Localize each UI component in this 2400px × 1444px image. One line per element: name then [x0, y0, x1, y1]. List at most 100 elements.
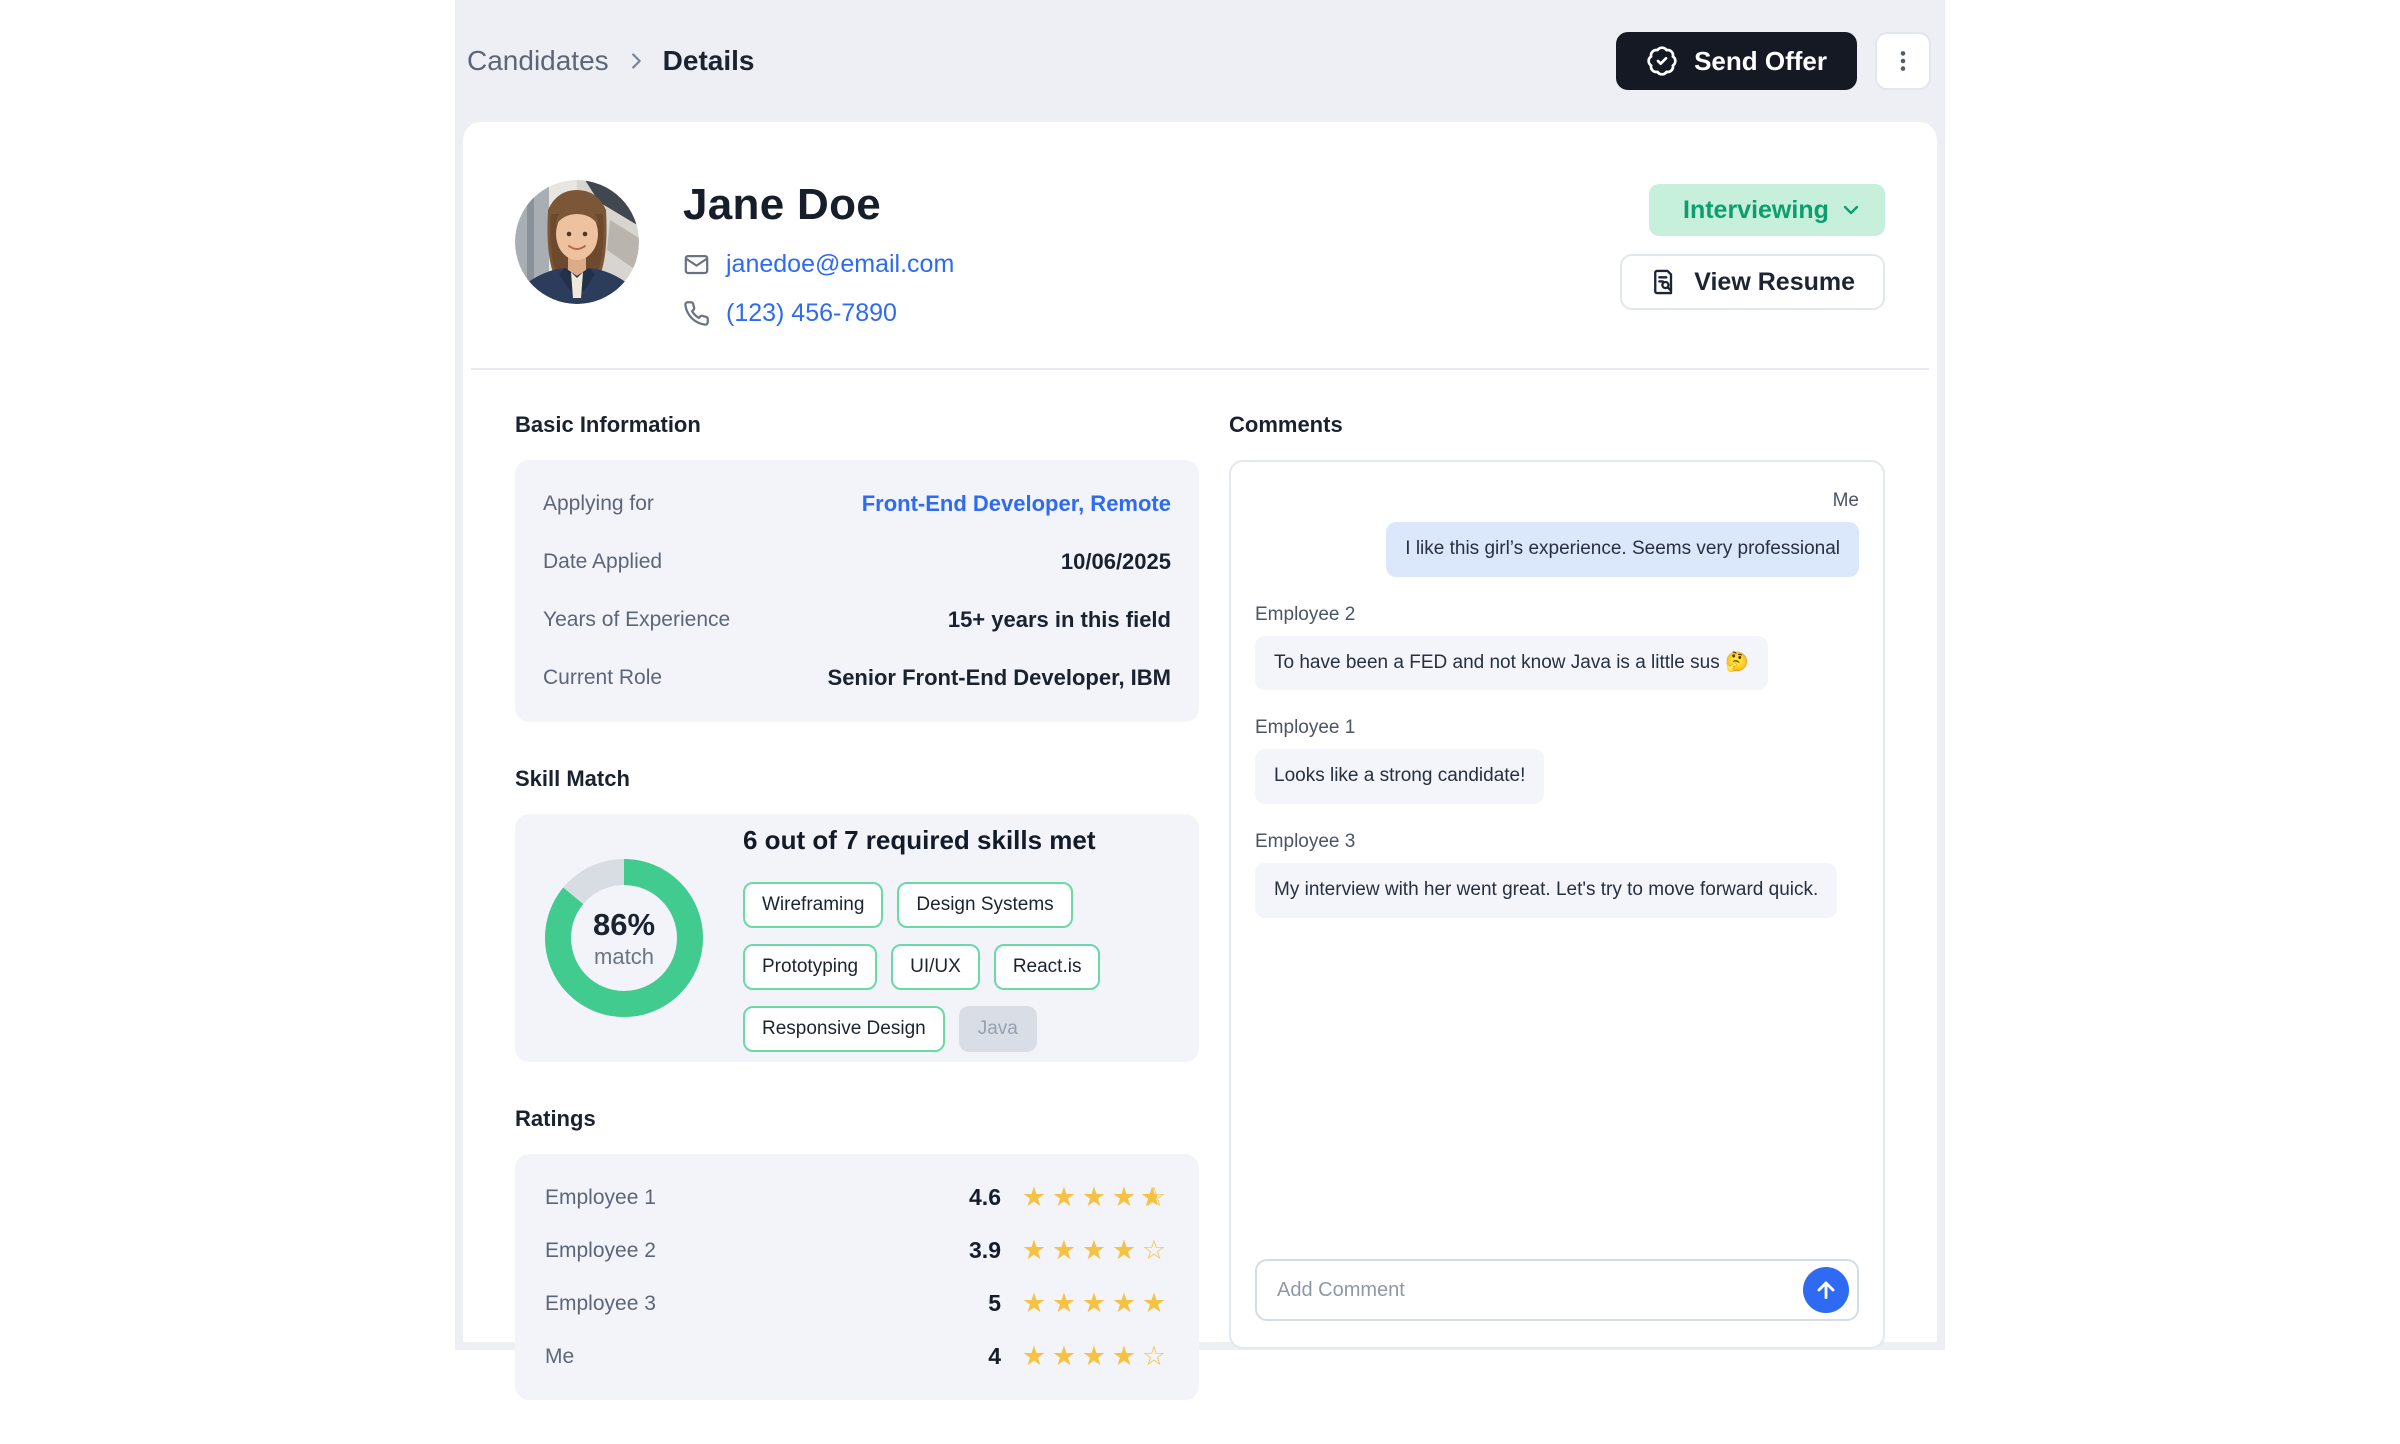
star-full-icon: ★: [1079, 1184, 1109, 1211]
skill-chip: Java: [959, 1006, 1037, 1052]
comment-messages: Me I like this girl’s experience. Seems v…: [1255, 484, 1859, 1259]
ratings-panel: Employee 14.6★★★★☆★Employee 23.9★★★★☆Emp…: [515, 1154, 1199, 1400]
phone-row: (123) 456-7890: [683, 299, 954, 328]
star-full-icon: ★: [1049, 1343, 1079, 1370]
skill-chip: React.is: [994, 944, 1101, 990]
info-value: Senior Front-End Developer, IBM: [828, 665, 1171, 691]
ratings-section: Ratings Employee 14.6★★★★☆★Employee 23.9…: [515, 1106, 1199, 1400]
star-rating: ★★★★☆: [1019, 1343, 1169, 1370]
match-caption: match: [594, 944, 654, 970]
comment-bubble: My interview with her went great. Let's …: [1255, 863, 1837, 918]
info-row: Date Applied10/06/2025: [543, 533, 1171, 591]
send-offer-label: Send Offer: [1694, 46, 1827, 77]
comment-bubble: Looks like a strong candidate!: [1255, 749, 1544, 804]
rating-value: 3.9: [969, 1237, 1001, 1264]
star-full-icon: ★: [1079, 1237, 1109, 1264]
rating-row: Employee 3 5 ★★★★★: [545, 1277, 1169, 1330]
skill-chip: Wireframing: [743, 882, 883, 928]
arrow-up-icon: [1813, 1277, 1839, 1303]
skill-match-donut: 86% match: [545, 859, 703, 1017]
info-value: 15+ years in this field: [948, 607, 1171, 633]
comment-author: Employee 2: [1255, 604, 1859, 626]
rating-name: Employee 3: [545, 1292, 656, 1316]
skill-match-title: Skill Match: [515, 766, 1199, 792]
info-value: 10/06/2025: [1061, 549, 1171, 575]
comment-author: Employee 3: [1255, 831, 1859, 853]
comments-card: Me I like this girl’s experience. Seems v…: [1229, 460, 1885, 1349]
comment-message: Employee 3 My interview with her went gre…: [1255, 831, 1859, 918]
comment-bubble: I like this girl’s experience. Seems ver…: [1386, 522, 1859, 577]
skill-match-panel: 86% match 6 out of 7 required skills met…: [515, 814, 1199, 1062]
star-rating: ★★★★★: [1019, 1290, 1169, 1317]
rating-value: 4.6: [969, 1184, 1001, 1211]
email-link[interactable]: janedoe@email.com: [726, 250, 954, 279]
breadcrumb-details: Details: [663, 45, 755, 77]
candidate-detail-card: Jane Doe janedoe@email.com (123) 456-789…: [463, 122, 1937, 1342]
left-column: Basic Information Applying forFront-End …: [515, 412, 1199, 1444]
view-resume-button[interactable]: View Resume: [1620, 254, 1885, 310]
info-value-link[interactable]: Front-End Developer, Remote: [862, 491, 1171, 517]
star-half-fill: ★: [1140, 1184, 1157, 1211]
breadcrumb-candidates[interactable]: Candidates: [467, 45, 609, 77]
star-full-icon: ★: [1109, 1184, 1139, 1211]
skill-chip: UI/UX: [891, 944, 980, 990]
email-row: janedoe@email.com: [683, 250, 954, 279]
star-full-icon: ★: [1139, 1290, 1169, 1317]
ratings-title: Ratings: [515, 1106, 1199, 1132]
add-comment-input[interactable]: [1257, 1279, 1803, 1302]
status-label: Interviewing: [1683, 196, 1829, 225]
comment-bubble-row: Looks like a strong candidate!: [1255, 749, 1859, 804]
rating-value: 4: [988, 1343, 1001, 1370]
mail-icon: [683, 251, 710, 278]
rating-row: Me 4 ★★★★☆: [545, 1330, 1169, 1383]
star-full-icon: ★: [1109, 1343, 1139, 1370]
star-full-icon: ★: [1019, 1343, 1049, 1370]
header-divider: [471, 368, 1929, 370]
content-columns: Basic Information Applying forFront-End …: [515, 412, 1885, 1444]
rating-value: 5: [988, 1290, 1001, 1317]
star-full-icon: ★: [1109, 1290, 1139, 1317]
comment-bubble: To have been a FED and not know Java is …: [1255, 636, 1768, 691]
breadcrumb: Candidates Details: [467, 45, 754, 77]
rating-name: Me: [545, 1345, 574, 1369]
info-row: Years of Experience15+ years in this fie…: [543, 591, 1171, 649]
badge-check-icon: [1646, 45, 1678, 77]
profile-header: Jane Doe janedoe@email.com (123) 456-789…: [515, 180, 1885, 328]
file-search-icon: [1650, 268, 1678, 296]
basic-information-panel: Applying forFront-End Developer, RemoteD…: [515, 460, 1199, 722]
phone-link[interactable]: (123) 456-7890: [726, 299, 897, 328]
more-options-button[interactable]: [1875, 32, 1931, 90]
view-resume-label: View Resume: [1694, 268, 1855, 297]
submit-comment-button[interactable]: [1803, 1267, 1849, 1313]
skill-chip: Prototyping: [743, 944, 877, 990]
star-full-icon: ★: [1079, 1290, 1109, 1317]
skills-met-headline: 6 out of 7 required skills met: [743, 825, 1169, 856]
skill-match-section: Skill Match 86% match: [515, 766, 1199, 1062]
profile-info: Jane Doe janedoe@email.com (123) 456-789…: [683, 180, 954, 328]
topbar-actions: Send Offer: [1616, 32, 1931, 90]
send-offer-button[interactable]: Send Offer: [1616, 32, 1857, 90]
rating-row: Employee 14.6★★★★☆★: [545, 1171, 1169, 1224]
comments-section: Comments MeI like this girl’s experience…: [1229, 412, 1885, 1349]
star-rating: ★★★★☆: [1019, 1237, 1169, 1264]
app-window: Candidates Details Send Offer: [455, 0, 1945, 1350]
status-dropdown[interactable]: Interviewing: [1649, 184, 1885, 236]
rating-name: Employee 2: [545, 1239, 656, 1263]
basic-information-section: Basic Information Applying forFront-End …: [515, 412, 1199, 722]
phone-icon: [683, 300, 710, 327]
comment-bubble-row: I like this girl’s experience. Seems ver…: [1255, 522, 1859, 577]
star-empty-icon: ☆: [1139, 1237, 1169, 1264]
info-row: Applying forFront-End Developer, Remote: [543, 475, 1171, 533]
chevron-right-icon: [625, 50, 647, 72]
star-full-icon: ★: [1019, 1290, 1049, 1317]
star-rating: ★★★★☆★: [1019, 1184, 1169, 1211]
star-full-icon: ★: [1109, 1237, 1139, 1264]
comment-author: Me: [1255, 490, 1859, 512]
candidate-name: Jane Doe: [683, 180, 954, 230]
star-empty-icon: ☆: [1139, 1343, 1169, 1370]
right-column: Comments MeI like this girl’s experience…: [1229, 412, 1885, 1444]
comment-message: Employee 1Looks like a strong candidate!: [1255, 717, 1859, 804]
star-full-icon: ★: [1049, 1184, 1079, 1211]
skill-match-details: 6 out of 7 required skills met Wireframi…: [743, 825, 1169, 1052]
skill-chip: Responsive Design: [743, 1006, 945, 1052]
